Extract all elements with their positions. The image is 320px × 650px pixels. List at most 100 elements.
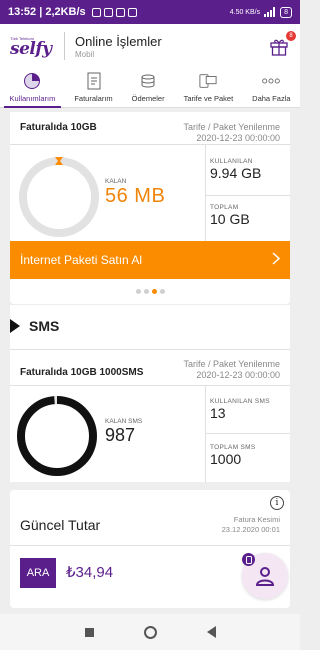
total-value: 10 GB	[210, 211, 250, 227]
used-label: KULLANILAN SMS	[210, 398, 270, 405]
gift-badge: 8	[286, 31, 296, 41]
used-value: 13	[210, 405, 226, 421]
pager-dot[interactable]	[135, 289, 141, 294]
tab-label: Faturalarım	[74, 94, 113, 103]
assistant-button[interactable]	[242, 553, 288, 599]
used-stat: KULLANILAN SMS 13	[210, 398, 270, 421]
devices-icon	[199, 71, 217, 91]
tab-odemeler[interactable]: Ödemeler	[122, 68, 174, 107]
network-speed: 4.50 KB/s	[229, 8, 261, 16]
pager-dot[interactable]	[151, 289, 157, 294]
carousel-pager	[10, 289, 290, 294]
sms-header: SMS	[10, 305, 290, 347]
used-label: KULLANILAN	[210, 158, 253, 165]
recents-button[interactable]	[84, 627, 94, 637]
ring-remaining-arc	[17, 396, 97, 476]
logo-text: selfy	[10, 38, 52, 59]
data-usage-ring	[16, 154, 102, 245]
total-label: TOPLAM SMS	[210, 444, 256, 451]
battery-icon: 8	[280, 6, 292, 18]
pager-dot[interactable]	[159, 289, 165, 294]
divider	[10, 545, 290, 546]
gift-button[interactable]: 8	[268, 31, 296, 57]
divider	[205, 195, 290, 196]
header-divider	[64, 32, 65, 60]
sms-package-name: Faturalıda 10GB 1000SMS	[20, 362, 143, 380]
tab-label: Daha Fazla	[252, 94, 291, 103]
status-bar: 13:52 | 2,2KB/s 4.50 KB/s 8	[0, 0, 300, 24]
mute-icon	[103, 7, 113, 17]
divider	[205, 433, 290, 434]
tab-faturalarim[interactable]: Faturalarım	[65, 68, 122, 107]
bill-cut-date: Fatura Kesimi 23.12.2020 00:01	[222, 515, 280, 535]
total-value: 1000	[210, 451, 242, 467]
renewal-date: 2020-12-23 00:00:00	[196, 370, 280, 380]
internet-usage-card: Faturalıda 10GB Tarife / Paket Yenilenme…	[10, 112, 290, 304]
instagram-icon	[127, 7, 137, 17]
remaining-label: KALAN	[105, 178, 127, 185]
bill-title: Güncel Tutar	[20, 517, 101, 533]
notification-icon	[91, 7, 101, 17]
header-titles: Online İşlemler Mobil	[75, 34, 162, 59]
remaining-block: KALAN 56 MB	[105, 178, 165, 208]
tab-label: Ödemeler	[131, 94, 165, 103]
pager-dot[interactable]	[143, 289, 149, 294]
remaining-label: KALAN SMS	[105, 418, 143, 425]
sms-usage-card: SMS Faturalıda 10GB 1000SMS Tarife / Pak…	[10, 305, 290, 482]
system-navigation-bar	[0, 614, 300, 650]
total-stat: TOPLAM 10 GB	[210, 204, 250, 227]
tab-kullanimlarim[interactable]: Kullanımlarım	[0, 68, 65, 108]
receipt-icon	[85, 71, 103, 91]
person-icon	[255, 567, 275, 586]
bill-date-value: 23.12.2020 00:01	[221, 525, 280, 534]
renewal-info: Tarife / Paket Yenilenme 2020-12-23 00:0…	[183, 122, 280, 144]
sms-title: SMS	[29, 318, 60, 334]
divider	[10, 385, 290, 386]
remaining-block: KALAN SMS 987	[105, 418, 142, 446]
tab-label: Tarife ve Paket	[183, 94, 234, 103]
tab-daha-fazla[interactable]: Daha Fazla	[243, 68, 300, 107]
app-icon	[115, 7, 125, 17]
section-arrow-icon	[10, 319, 20, 333]
renewal-label: Tarife / Paket Yenilenme	[183, 122, 280, 132]
status-icons	[91, 7, 137, 17]
remaining-value: 987	[105, 425, 136, 445]
more-icon	[262, 71, 281, 91]
renewal-info: Tarife / Paket Yenilenme 2020-12-23 00:0…	[183, 359, 280, 381]
total-stat: TOPLAM SMS 1000	[210, 444, 256, 467]
renewal-date: 2020-12-23 00:00:00	[196, 133, 280, 143]
bill-amount: ₺34,94	[66, 564, 114, 581]
status-text: 13:52 | 2,2KB/s	[8, 6, 86, 18]
app-header: Türk Telekom selfy Online İşlemler Mobil…	[0, 24, 300, 68]
chevron-right-icon	[272, 252, 281, 268]
divider	[10, 144, 290, 145]
package-name: Faturalıda 10GB	[20, 122, 97, 133]
back-button[interactable]	[206, 626, 216, 638]
remaining-value: 56 MB	[105, 185, 166, 207]
bill-date-label: Fatura Kesimi	[233, 515, 280, 524]
package-name: Faturalıda 10GB 1000SMS	[20, 367, 144, 378]
tab-label: Kullanımlarım	[9, 94, 56, 103]
home-button[interactable]	[143, 625, 157, 639]
pie-chart-icon	[23, 71, 41, 91]
selfy-logo: Türk Telekom selfy	[10, 36, 52, 59]
coins-icon	[139, 71, 157, 91]
renewal-label: Tarife / Paket Yenilenme	[183, 359, 280, 369]
status-right: 4.50 KB/s 8	[229, 6, 292, 18]
tab-tarife-paket[interactable]: Tarife ve Paket	[174, 68, 243, 107]
page-title: Online İşlemler	[75, 33, 162, 49]
buy-button-label: İnternet Paketi Satın Al	[20, 253, 143, 267]
ara-button[interactable]: ARA	[20, 558, 56, 588]
total-label: TOPLAM	[210, 204, 239, 211]
phone-mini-icon	[242, 553, 255, 566]
info-icon[interactable]: i	[270, 496, 284, 510]
divider	[205, 144, 206, 241]
used-value: 9.94 GB	[210, 165, 262, 181]
page-subtitle: Mobil	[75, 49, 95, 59]
sms-usage-ring	[14, 393, 100, 484]
buy-internet-package-button[interactable]: İnternet Paketi Satın Al	[10, 241, 290, 279]
used-stat: KULLANILAN 9.94 GB	[210, 158, 261, 181]
signal-icon	[264, 7, 276, 17]
main-nav: Kullanımlarım Faturalarım Ödemeler Tarif…	[0, 68, 300, 108]
ring-track	[19, 157, 99, 237]
